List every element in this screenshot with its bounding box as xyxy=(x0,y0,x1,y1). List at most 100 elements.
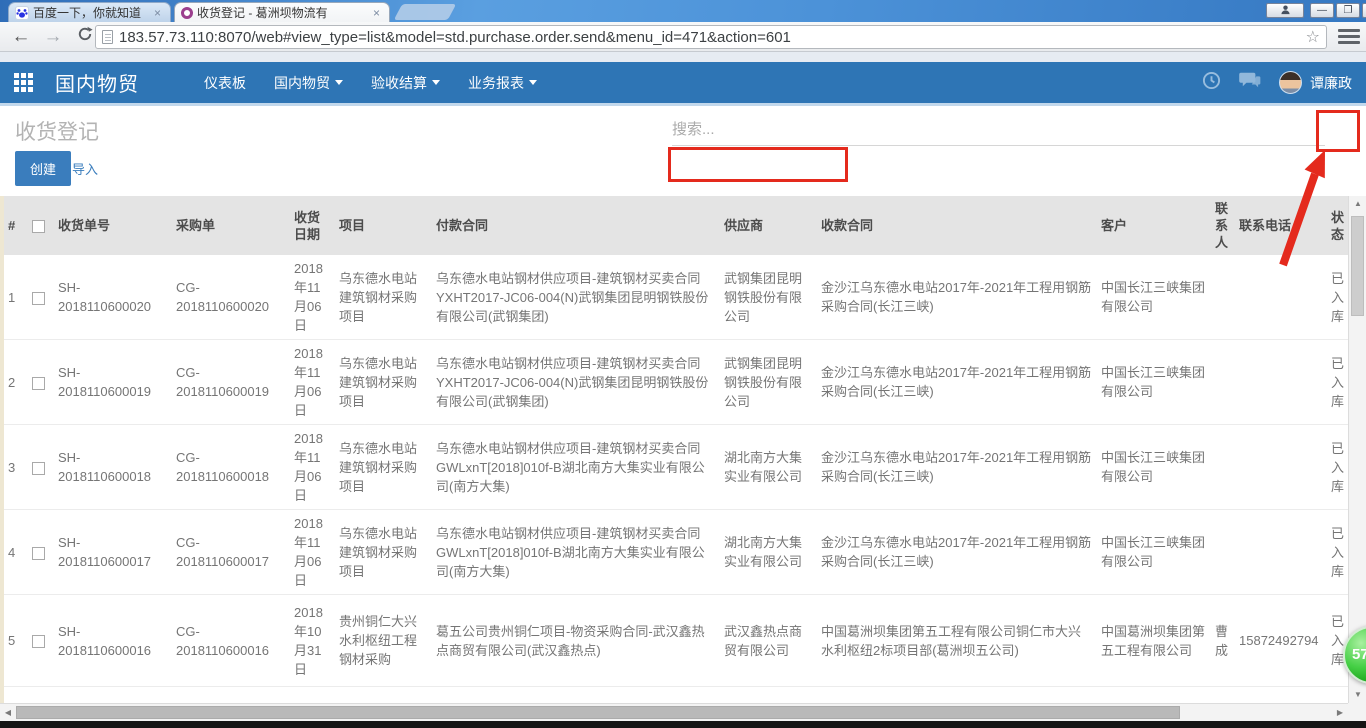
browser-titlebar: 百度一下，你就知道 × 收货登记 - 葛洲坝物流有 × — ❐ × xyxy=(0,0,1366,22)
cell-contact xyxy=(1211,510,1235,595)
col-status[interactable]: 状态 xyxy=(1327,196,1348,255)
cell-project: 乌东德水电站建筑钢材采购项目 xyxy=(335,255,432,340)
app-brand[interactable]: 国内物贸 xyxy=(55,68,139,97)
menu-business-reports[interactable]: 业务报表 xyxy=(458,67,547,99)
browser-tab-baidu[interactable]: 百度一下，你就知道 × xyxy=(8,2,171,22)
cell-project: 乌东德水电站建筑钢材采购项目 xyxy=(335,510,432,595)
cell-phone xyxy=(1235,510,1327,595)
table-row[interactable]: 2 SH-2018110600019CG-20181106000192018年11… xyxy=(4,340,1348,425)
cell-receipt_no: SH-2018110600020 xyxy=(54,255,172,340)
cell-date: 2018年11月06日 xyxy=(290,510,335,595)
cell-payment_contract: 乌东德水电站钢材供应项目-建筑钢材买卖合同GWLxnT[2018]010f-B湖… xyxy=(432,510,720,595)
col-contact[interactable]: 联系人 xyxy=(1211,196,1235,255)
browser-menu-icon[interactable] xyxy=(1338,29,1360,45)
browser-toolbar: ← → 183.57.73.110:8070/web#view_type=lis… xyxy=(0,22,1366,52)
row-checkbox[interactable] xyxy=(32,377,45,390)
browser-tab-active[interactable]: 收货登记 - 葛洲坝物流有 × xyxy=(174,2,390,22)
cell-status: 已入库 xyxy=(1327,340,1348,425)
col-receive-contract[interactable]: 收款合同 xyxy=(817,196,1097,255)
user-menu[interactable]: 谭廉政 xyxy=(1310,73,1352,93)
cell-project: 乌东德水电站建筑钢材采购项目 xyxy=(335,425,432,510)
cell-contact xyxy=(1211,340,1235,425)
col-purchase-no[interactable]: 采购单 xyxy=(172,196,290,255)
vertical-scroll-thumb[interactable] xyxy=(1351,216,1364,316)
tab-title: 百度一下，你就知道 xyxy=(33,4,147,21)
cell-supplier: 湖北南方大集实业有限公司 xyxy=(720,510,817,595)
row-checkbox[interactable] xyxy=(32,292,45,305)
cell-status: 已入库 xyxy=(1327,255,1348,340)
row-checkbox[interactable] xyxy=(32,635,45,648)
scroll-right-icon[interactable]: ▶ xyxy=(1332,704,1348,722)
col-payment-contract[interactable]: 付款合同 xyxy=(432,196,720,255)
table-body: 1SH-2018110600020CG-20181106000202018年11… xyxy=(4,255,1348,728)
col-supplier[interactable]: 供应商 xyxy=(720,196,817,255)
bookmark-star-icon[interactable]: ☆ xyxy=(1306,27,1320,47)
records-table: # 收货单号 采购单 收货日期 项目 付款合同 供应商 收款合同 客户 联系人 … xyxy=(0,196,1348,728)
cell-purchase_no: CG-2018110600016 xyxy=(172,595,290,687)
cell-date: 2018年11月06日 xyxy=(290,340,335,425)
chat-icon[interactable] xyxy=(1239,71,1261,94)
annotation-box-filters xyxy=(668,147,848,182)
app-navbar: 国内物贸 仪表板 国内物贸 验收结算 业务报表 谭廉政 xyxy=(0,62,1366,103)
table-row[interactable]: 3SH-2018110600018CG-20181106000182018年11… xyxy=(4,425,1348,510)
cell-num: 2 xyxy=(4,340,28,425)
menu-acceptance-settlement[interactable]: 验收结算 xyxy=(361,67,450,99)
table-row[interactable]: 5SH-2018110600016CG-20181106000162018年10… xyxy=(4,595,1348,687)
row-checkbox[interactable] xyxy=(32,462,45,475)
cell-supplier: 武钢集团昆明钢铁股份有限公司 xyxy=(720,255,817,340)
table-header-row: # 收货单号 采购单 收货日期 项目 付款合同 供应商 收款合同 客户 联系人 … xyxy=(4,196,1348,255)
col-customer[interactable]: 客户 xyxy=(1097,196,1211,255)
cell-supplier: 武汉鑫热点商贸有限公司 xyxy=(720,595,817,687)
cell-customer: 中国长江三峡集团有限公司 xyxy=(1097,510,1211,595)
create-button[interactable]: 创建 xyxy=(15,151,71,186)
scroll-left-icon[interactable]: ◀ xyxy=(0,704,16,722)
col-receipt-no[interactable]: 收货单号 xyxy=(54,196,172,255)
minimize-button[interactable]: — xyxy=(1310,3,1334,18)
tab-close-icon[interactable]: × xyxy=(370,6,383,20)
forward-button[interactable]: → xyxy=(40,24,66,50)
cell-receipt_no: SH-2018110600019 xyxy=(54,340,172,425)
col-receipt-date[interactable]: 收货日期 xyxy=(290,196,335,255)
navbar-right: 谭廉政 xyxy=(1202,71,1352,95)
back-button[interactable]: ← xyxy=(8,24,34,50)
tab-close-icon[interactable]: × xyxy=(151,6,164,20)
cell-supplier: 武钢集团昆明钢铁股份有限公司 xyxy=(720,340,817,425)
cell-receive_contract: 金沙江乌东德水电站2017年-2021年工程用钢筋采购合同(长江三峡) xyxy=(817,510,1097,595)
apps-grid-icon[interactable] xyxy=(14,73,33,92)
user-avatar[interactable] xyxy=(1279,71,1302,94)
cell-num: 3 xyxy=(4,425,28,510)
cell-payment_contract: 乌东德水电站钢材供应项目-建筑钢材买卖合同YXHT2017-JC06-004(N… xyxy=(432,255,720,340)
chevron-down-icon xyxy=(432,80,440,85)
menu-dashboard[interactable]: 仪表板 xyxy=(194,67,256,99)
row-checkbox[interactable] xyxy=(32,547,45,560)
col-phone[interactable]: 联系电话 xyxy=(1235,196,1327,255)
scroll-down-icon[interactable]: ▼ xyxy=(1349,687,1366,703)
new-tab-button[interactable] xyxy=(394,4,457,20)
horizontal-scroll-thumb[interactable] xyxy=(16,706,1180,719)
cell-date: 2018年10月31日 xyxy=(290,595,335,687)
select-all-checkbox[interactable] xyxy=(32,220,45,233)
col-project[interactable]: 项目 xyxy=(335,196,432,255)
url-text: 183.57.73.110:8070/web#view_type=list&mo… xyxy=(119,29,1306,46)
cell-purchase_no: CG-2018110600019 xyxy=(172,340,290,425)
table-row[interactable]: 1SH-2018110600020CG-20181106000202018年11… xyxy=(4,255,1348,340)
search-input[interactable] xyxy=(672,114,1325,146)
table-row[interactable]: 4SH-2018110600017CG-20181106000172018年11… xyxy=(4,510,1348,595)
horizontal-scrollbar: ◀ ▶ xyxy=(0,703,1348,721)
scrollbar-corner xyxy=(1348,703,1366,721)
cell-purchase_no: CG-2018110600017 xyxy=(172,510,290,595)
cell-payment_contract: 乌东德水电站钢材供应项目-建筑钢材买卖合同GWLxnT[2018]010f-B湖… xyxy=(432,425,720,510)
cell-date: 2018年11月06日 xyxy=(290,425,335,510)
scroll-up-icon[interactable]: ▲ xyxy=(1349,196,1366,212)
badge-count: 57 xyxy=(1352,646,1366,663)
cell-project: 乌东德水电站建筑钢材采购项目 xyxy=(335,340,432,425)
cell-receipt_no: SH-2018110600018 xyxy=(54,425,172,510)
maximize-button[interactable]: ❐ xyxy=(1336,3,1360,18)
menu-domestic-trade[interactable]: 国内物贸 xyxy=(264,67,353,99)
profile-button[interactable] xyxy=(1266,3,1304,18)
import-link[interactable]: 导入 xyxy=(72,159,98,178)
close-button[interactable]: × xyxy=(1362,3,1366,18)
app-menu: 仪表板 国内物贸 验收结算 业务报表 xyxy=(194,67,547,99)
clock-icon[interactable] xyxy=(1202,71,1221,95)
url-bar[interactable]: 183.57.73.110:8070/web#view_type=list&mo… xyxy=(95,25,1327,49)
